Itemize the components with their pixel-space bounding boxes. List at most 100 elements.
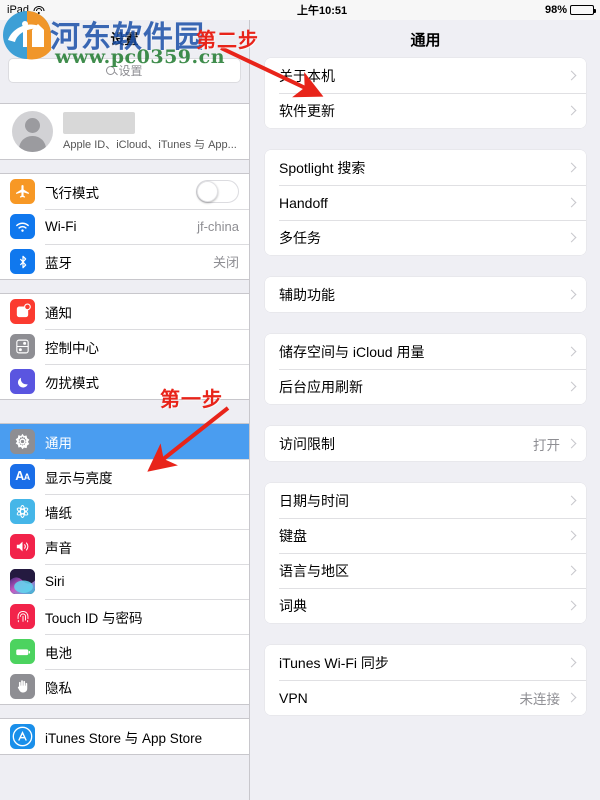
sidebar-item-label: Siri	[45, 574, 65, 589]
display-brightness-icon: AA	[10, 464, 35, 489]
status-bar-left: iPad	[0, 4, 45, 16]
settings-row-软件更新[interactable]: 软件更新	[265, 93, 586, 128]
settings-row-value: 未连接	[519, 691, 561, 707]
sidebar-profile-group: Apple ID、iCloud、iTunes 与 App...	[0, 103, 249, 160]
sidebar-item-label: 声音	[45, 540, 72, 556]
sidebar-item-siri[interactable]: Siri	[0, 564, 249, 599]
settings-row-label: iTunes Wi-Fi 同步	[279, 654, 389, 671]
sidebar-item-控制中心[interactable]: 控制中心	[0, 329, 249, 364]
sidebar-item-label: 控制中心	[45, 340, 99, 356]
chevron-right-icon	[566, 232, 577, 243]
settings-row-辅助功能[interactable]: 辅助功能	[265, 277, 586, 312]
privacy-hand-icon	[10, 674, 35, 699]
control-center-icon	[10, 334, 35, 359]
settings-row-语言与地区[interactable]: 语言与地区	[265, 553, 586, 588]
moon-icon	[10, 369, 35, 394]
search-placeholder: 设置	[118, 64, 143, 78]
sidebar-item-隐私[interactable]: 隐私	[0, 669, 249, 704]
settings-row-vpn[interactable]: VPN 未连接	[265, 680, 586, 715]
sidebar-item-通知[interactable]: 通知	[0, 294, 249, 329]
sidebar-item-value: 关闭	[212, 255, 239, 270]
settings-row-多任务[interactable]: 多任务	[265, 220, 586, 255]
settings-row-储存空间与-icloud-用量[interactable]: 储存空间与 iCloud 用量	[265, 334, 586, 369]
settings-card: 日期与时间 键盘语言与地区词典	[265, 483, 586, 623]
settings-row-关于本机[interactable]: 关于本机	[265, 58, 586, 93]
status-bar-time: 上午10:51	[297, 5, 348, 17]
sidebar-item-label: 墙纸	[45, 505, 72, 521]
sidebar-item-label: Touch ID 与密码	[45, 610, 143, 626]
sidebar-item-wi-fi[interactable]: Wi-Fi jf-china	[0, 209, 249, 244]
sidebar-item-label: 飞行模式	[45, 185, 99, 201]
sidebar-item-label: iTunes Store 与 App Store	[45, 730, 203, 746]
sidebar-item-label: 通知	[45, 305, 72, 321]
settings-row-词典[interactable]: 词典	[265, 588, 586, 623]
profile-text: Apple ID、iCloud、iTunes 与 App...	[63, 111, 237, 152]
sidebar-item-电池[interactable]: 电池	[0, 634, 249, 669]
gear-icon	[10, 429, 35, 454]
settings-row-键盘[interactable]: 键盘	[265, 518, 586, 553]
settings-row-label: Spotlight 搜索	[279, 159, 366, 176]
sidebar-item-value: jf-china	[197, 219, 239, 234]
settings-row-访问限制[interactable]: 访问限制 打开	[265, 426, 586, 461]
sidebar-item-touch-id-与密码[interactable]: Touch ID 与密码	[0, 599, 249, 634]
settings-row-itunes-wi-fi-同步[interactable]: iTunes Wi-Fi 同步	[265, 645, 586, 680]
sidebar-item-声音[interactable]: 声音	[0, 529, 249, 564]
detail-groups: 关于本机软件更新 Spotlight 搜索 Handoff 多任务辅助功能储存空间与 …	[251, 58, 600, 715]
annotation-step-1-label: 第一步	[160, 387, 223, 411]
chevron-right-icon	[566, 346, 577, 357]
sidebar-item-飞行模式[interactable]: 飞行模式	[0, 174, 249, 209]
chevron-right-icon	[566, 438, 577, 449]
sidebar-item-墙纸[interactable]: 墙纸	[0, 494, 249, 529]
settings-row-日期与时间[interactable]: 日期与时间	[265, 483, 586, 518]
search-input[interactable]: 设置	[8, 58, 241, 83]
sidebar-item-显示与亮度[interactable]: AA 显示与亮度	[0, 459, 249, 494]
settings-row-label: 访问限制	[279, 435, 335, 452]
sidebar-item-itunes-store-与-app-store[interactable]: iTunes Store 与 App Store	[0, 719, 249, 754]
airplane-mode-toggle[interactable]	[196, 180, 239, 203]
wifi-icon	[10, 214, 35, 239]
chevron-right-icon	[566, 692, 577, 703]
airplane-icon	[10, 179, 35, 204]
settings-row-label: 关于本机	[279, 67, 335, 84]
settings-row-label: 语言与地区	[279, 562, 349, 579]
battery-icon	[10, 639, 35, 664]
sidebar-group: iTunes Store 与 App Store	[0, 718, 249, 755]
chevron-right-icon	[566, 530, 577, 541]
settings-card: iTunes Wi-Fi 同步 VPN 未连接	[265, 645, 586, 715]
ipad-settings-screen: iPad 上午10:51 98% 设置 设置 Apple ID、iCloud、i…	[0, 0, 600, 800]
wifi-icon	[33, 5, 45, 15]
sidebar-item-label: Wi-Fi	[45, 219, 77, 234]
page-title: 通用	[410, 31, 441, 49]
sidebar-search-wrap: 设置	[0, 58, 249, 90]
bluetooth-icon	[10, 249, 35, 274]
settings-row-后台应用刷新[interactable]: 后台应用刷新	[265, 369, 586, 404]
settings-row-spotlight-搜索[interactable]: Spotlight 搜索	[265, 150, 586, 185]
profile-name-redacted	[63, 111, 135, 134]
settings-card: 关于本机 软件更新	[265, 58, 586, 128]
app-store-icon	[10, 724, 35, 749]
chevron-right-icon	[566, 657, 577, 668]
search-icon	[106, 66, 116, 75]
wallpaper-icon	[10, 499, 35, 524]
sidebar-item-apple-id[interactable]: Apple ID、iCloud、iTunes 与 App...	[0, 104, 249, 159]
sidebar-group: 飞行模式 Wi-Fi jf-china 蓝牙 关闭	[0, 173, 249, 280]
sidebar-item-label: 隐私	[45, 680, 72, 696]
siri-icon	[10, 569, 35, 594]
device-label: iPad	[7, 4, 30, 16]
sidebar-item-通用[interactable]: 通用	[0, 424, 249, 459]
settings-row-label: 储存空间与 iCloud 用量	[279, 343, 425, 360]
settings-row-label: 软件更新	[279, 102, 335, 119]
settings-card: 储存空间与 iCloud 用量后台应用刷新	[265, 334, 586, 404]
sidebar-item-蓝牙[interactable]: 蓝牙 关闭	[0, 244, 249, 279]
settings-row-handoff[interactable]: Handoff	[265, 185, 586, 220]
sidebar-group: 通用 AA 显示与亮度墙纸声音 Siri Touch ID 与密码电池隐私	[0, 423, 249, 705]
settings-row-label: 词典	[279, 597, 307, 614]
chevron-right-icon	[566, 197, 577, 208]
